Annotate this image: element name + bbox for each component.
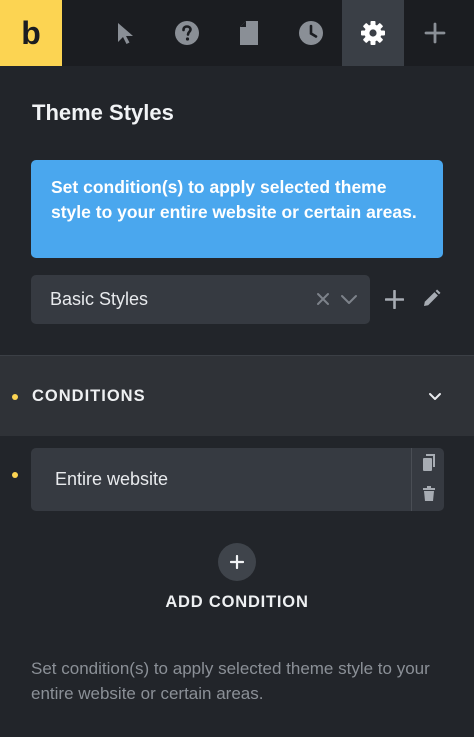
- settings-button[interactable]: [342, 0, 404, 66]
- cursor-icon: [118, 23, 133, 44]
- plus-icon: [424, 22, 446, 44]
- pages-button[interactable]: [218, 0, 280, 66]
- condition-indicator-dot: [12, 472, 18, 478]
- help-button[interactable]: [156, 0, 218, 66]
- add-elements-button[interactable]: [404, 0, 466, 66]
- logo-letter: b: [21, 14, 41, 51]
- add-style-icon[interactable]: [385, 290, 404, 309]
- history-icon: [299, 21, 323, 45]
- chevron-down-icon[interactable]: [428, 392, 442, 402]
- info-notice: Set condition(s) to apply selected theme…: [31, 160, 443, 258]
- theme-style-select[interactable]: Basic Styles: [31, 275, 370, 324]
- copy-icon[interactable]: [422, 454, 436, 472]
- active-indicator-dot: [12, 394, 18, 400]
- clear-icon[interactable]: [315, 291, 331, 307]
- toolbar: b: [0, 0, 474, 66]
- plus-icon: [230, 555, 244, 569]
- conditions-help-text: Set condition(s) to apply selected theme…: [31, 659, 430, 703]
- select-element-button[interactable]: [94, 0, 156, 66]
- revisions-button[interactable]: [280, 0, 342, 66]
- condition-label: Entire website: [55, 469, 169, 489]
- add-condition-label[interactable]: ADD CONDITION: [0, 593, 474, 612]
- conditions-title: CONDITIONS: [32, 387, 146, 405]
- builder-logo[interactable]: b: [0, 0, 62, 66]
- trash-icon[interactable]: [422, 486, 436, 502]
- page-icon: [240, 21, 258, 45]
- gear-icon: [361, 21, 385, 45]
- pencil-icon[interactable]: [421, 289, 441, 309]
- panel-title: Theme Styles: [32, 100, 174, 125]
- condition-actions: [411, 448, 444, 511]
- theme-style-value: Basic Styles: [50, 289, 149, 309]
- chevron-down-icon[interactable]: [340, 294, 358, 306]
- condition-row[interactable]: Entire website: [31, 448, 444, 511]
- help-icon: [175, 21, 199, 45]
- add-condition-button[interactable]: [218, 543, 256, 581]
